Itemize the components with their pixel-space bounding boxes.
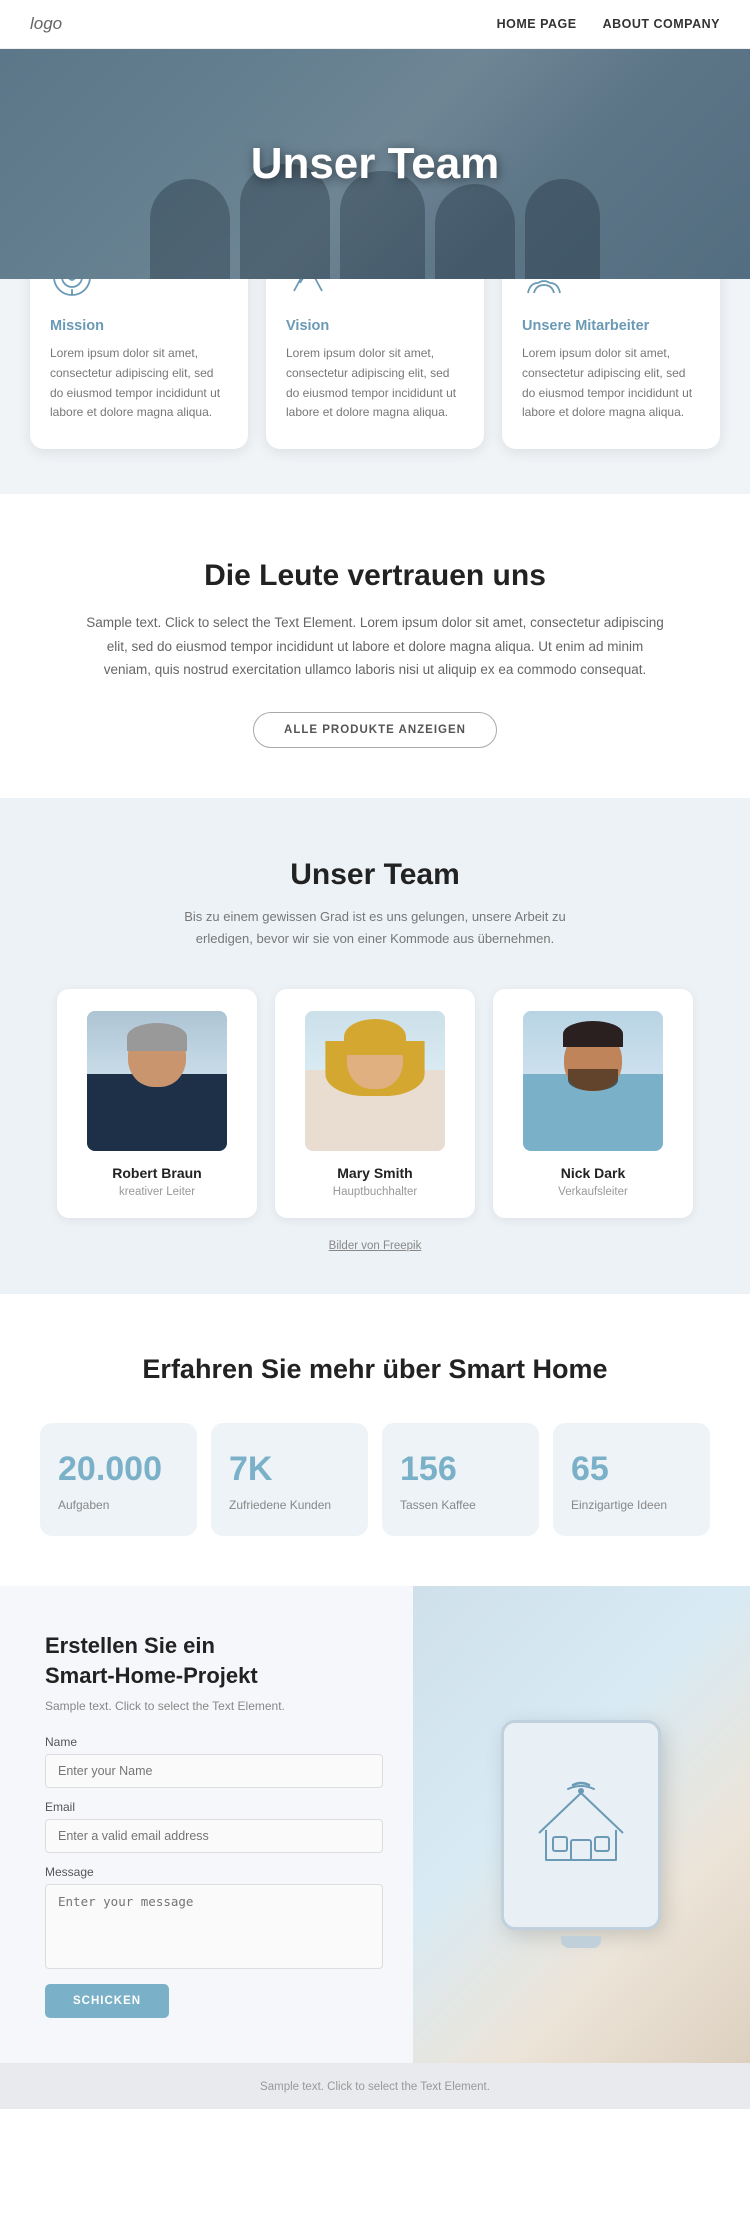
form-name-group: Name: [45, 1735, 383, 1800]
email-input[interactable]: [45, 1819, 383, 1853]
message-textarea[interactable]: [45, 1884, 383, 1969]
member-robert-role: kreativer Leiter: [73, 1186, 241, 1198]
form-message-group: Message: [45, 1865, 383, 1984]
message-label: Message: [45, 1865, 383, 1879]
team-card-nick: Nick Dark Verkaufsleiter: [493, 989, 693, 1218]
card-vision-title: Vision: [286, 318, 464, 334]
team-cards-row: Robert Braun kreativer Leiter Mary Smith…: [30, 989, 720, 1218]
nav-home[interactable]: HOME PAGE: [497, 17, 577, 31]
view-products-button[interactable]: ALLE PRODUKTE ANZEIGEN: [253, 712, 497, 748]
submit-button[interactable]: SCHICKEN: [45, 1984, 169, 2018]
smarthome-visual: [501, 1720, 661, 1930]
contact-form-panel: Erstellen Sie ein Smart-Home-Projekt Sam…: [0, 1586, 413, 2062]
stats-heading: Erfahren Sie mehr über Smart Home: [40, 1354, 710, 1385]
contact-heading: Erstellen Sie ein Smart-Home-Projekt: [45, 1631, 265, 1690]
photo-credit: Bilder von Freepik: [30, 1236, 720, 1254]
team-subtitle: Bis zu einem gewissen Grad ist es uns ge…: [165, 906, 585, 949]
name-input[interactable]: [45, 1754, 383, 1788]
member-nick-name: Nick Dark: [509, 1165, 677, 1181]
email-label: Email: [45, 1800, 383, 1814]
hero-title: Unser Team: [251, 139, 500, 189]
contact-subtitle: Sample text. Click to select the Text El…: [45, 1699, 383, 1713]
stat-coffee-label: Tassen Kaffee: [400, 1498, 521, 1512]
navbar: logo HOME PAGE ABOUT COMPANY: [0, 0, 750, 49]
card-vision-text: Lorem ipsum dolor sit amet, consectetur …: [286, 344, 464, 423]
trust-description: Sample text. Click to select the Text El…: [85, 611, 665, 682]
stats-grid: 20.000 Aufgaben 7K Zufriedene Kunden 156…: [40, 1423, 710, 1536]
name-label: Name: [45, 1735, 383, 1749]
stat-coffee: 156 Tassen Kaffee: [382, 1423, 539, 1536]
member-mary-role: Hauptbuchhalter: [291, 1186, 459, 1198]
trust-heading: Die Leute vertrauen uns: [70, 559, 680, 593]
card-mission-title: Mission: [50, 318, 228, 334]
stat-coffee-number: 156: [400, 1451, 521, 1488]
contact-section: Erstellen Sie ein Smart-Home-Projekt Sam…: [0, 1586, 750, 2062]
footer-text: Sample text. Click to select the Text El…: [260, 2081, 490, 2093]
stat-ideas-number: 65: [571, 1451, 692, 1488]
member-mary-name: Mary Smith: [291, 1165, 459, 1181]
logo: logo: [30, 14, 62, 34]
team-heading: Unser Team: [30, 858, 720, 892]
stat-tasks-number: 20.000: [58, 1451, 179, 1488]
stat-customers: 7K Zufriedene Kunden: [211, 1423, 368, 1536]
card-mission-text: Lorem ipsum dolor sit amet, consectetur …: [50, 344, 228, 423]
avatar-robert: [87, 1011, 227, 1151]
stat-tasks-label: Aufgaben: [58, 1498, 179, 1512]
stats-section: Erfahren Sie mehr über Smart Home 20.000…: [0, 1294, 750, 1586]
avatar-mary: [305, 1011, 445, 1151]
card-employees-title: Unsere Mitarbeiter: [522, 318, 700, 334]
hero-section: Unser Team: [0, 49, 750, 279]
contact-illustration: [413, 1586, 750, 2062]
stat-ideas-label: Einzigartige Ideen: [571, 1498, 692, 1512]
footer: Sample text. Click to select the Text El…: [0, 2063, 750, 2109]
card-employees-text: Lorem ipsum dolor sit amet, consectetur …: [522, 344, 700, 423]
stat-customers-number: 7K: [229, 1451, 350, 1488]
team-section: Unser Team Bis zu einem gewissen Grad is…: [0, 798, 750, 1294]
member-nick-role: Verkaufsleiter: [509, 1186, 677, 1198]
member-robert-name: Robert Braun: [73, 1165, 241, 1181]
photo-credit-text: Bilder von Freepik: [329, 1240, 422, 1252]
form-email-group: Email: [45, 1800, 383, 1865]
team-card-robert: Robert Braun kreativer Leiter: [57, 989, 257, 1218]
trust-section: Die Leute vertrauen uns Sample text. Cli…: [0, 494, 750, 798]
team-card-mary: Mary Smith Hauptbuchhalter: [275, 989, 475, 1218]
nav-about[interactable]: ABOUT COMPANY: [603, 17, 720, 31]
stat-tasks: 20.000 Aufgaben: [40, 1423, 197, 1536]
avatar-nick: [523, 1011, 663, 1151]
nav-links: HOME PAGE ABOUT COMPANY: [497, 17, 720, 31]
stat-ideas: 65 Einzigartige Ideen: [553, 1423, 710, 1536]
stat-customers-label: Zufriedene Kunden: [229, 1498, 350, 1512]
